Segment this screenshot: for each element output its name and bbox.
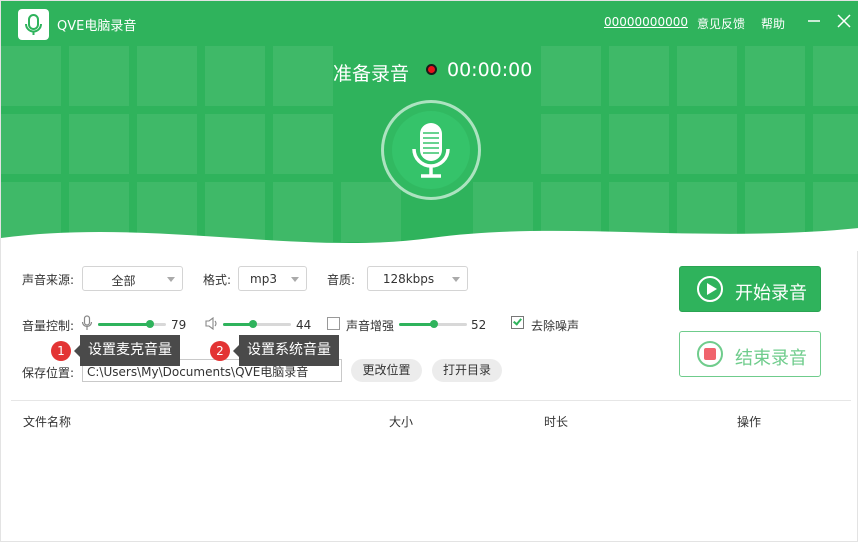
stop-icon — [697, 341, 723, 367]
feedback-link[interactable]: 意见反馈 — [697, 15, 745, 32]
account-link[interactable]: 00000000000 — [604, 15, 688, 29]
tip-badge-system: 2 — [210, 341, 230, 361]
minimize-icon[interactable] — [807, 11, 821, 29]
enhance-slider[interactable] — [399, 317, 467, 331]
source-select[interactable]: 全部 — [82, 266, 183, 291]
save-label: 保存位置: — [22, 366, 75, 380]
start-recording-button[interactable]: 开始录音 — [679, 266, 821, 312]
microphone-logo-icon — [25, 14, 42, 35]
tip-badge-mic: 1 — [51, 341, 71, 361]
speaker-icon — [205, 316, 219, 333]
app-window: QVE电脑录音 00000000000 意见反馈 帮助 准备录音 00:00:0… — [0, 0, 858, 542]
recording-status: 准备录音 — [333, 63, 410, 85]
column-header-actions[interactable]: 操作 — [737, 413, 761, 430]
open-folder-button[interactable]: 打开目录 — [432, 359, 502, 382]
divider — [11, 400, 851, 401]
stop-recording-button[interactable]: 结束录音 — [679, 331, 821, 377]
slider-knob[interactable] — [430, 320, 438, 328]
microphone-icon — [392, 111, 470, 189]
app-title: QVE电脑录音 — [57, 19, 137, 34]
quality-label: 音质: — [327, 273, 356, 287]
mic-volume-slider[interactable] — [98, 317, 166, 331]
volume-label: 音量控制: — [22, 319, 75, 333]
checkmark-icon — [513, 316, 522, 326]
record-dot-icon — [426, 64, 437, 75]
system-volume-tooltip: 设置系统音量 — [233, 335, 339, 366]
quality-value: 128kbps — [382, 272, 435, 286]
format-select[interactable]: mp3 — [238, 266, 307, 291]
header-wave — [1, 228, 858, 251]
slider-knob[interactable] — [146, 320, 154, 328]
close-icon[interactable] — [836, 11, 852, 29]
slider-knob[interactable] — [249, 320, 257, 328]
stop-recording-label: 结束录音 — [735, 348, 807, 369]
app-logo — [18, 9, 49, 40]
enhance-value: 52 — [471, 318, 487, 332]
start-recording-label: 开始录音 — [735, 283, 807, 304]
column-header-size[interactable]: 大小 — [389, 413, 413, 430]
denoise-checkbox[interactable] — [511, 316, 524, 329]
denoise-label: 去除噪声 — [531, 319, 580, 333]
column-header-duration[interactable]: 时长 — [544, 413, 568, 430]
change-location-button[interactable]: 更改位置 — [351, 359, 422, 382]
quality-select[interactable]: 128kbps — [367, 266, 468, 291]
chevron-down-icon — [452, 277, 460, 282]
recording-timer: 00:00:00 — [447, 59, 533, 81]
system-volume-value: 44 — [296, 318, 312, 332]
mic-volume-tooltip: 设置麦克音量 — [74, 335, 180, 366]
system-volume-slider[interactable] — [223, 317, 291, 331]
format-value: mp3 — [250, 272, 277, 286]
source-value: 全部 — [111, 274, 136, 288]
play-icon — [697, 276, 723, 302]
chevron-down-icon — [291, 277, 299, 282]
enhance-label: 声音增强 — [346, 319, 395, 333]
column-header-filename[interactable]: 文件名称 — [23, 413, 71, 430]
mic-volume-value: 79 — [171, 318, 187, 332]
enhance-checkbox[interactable] — [327, 317, 340, 330]
source-label: 声音来源: — [22, 273, 75, 287]
record-microphone-button[interactable] — [381, 100, 481, 200]
header-panel: QVE电脑录音 00000000000 意见反馈 帮助 准备录音 00:00:0… — [1, 1, 858, 251]
help-link[interactable]: 帮助 — [761, 15, 785, 32]
format-label: 格式: — [203, 273, 232, 287]
chevron-down-icon — [167, 277, 175, 282]
microphone-icon — [81, 315, 93, 334]
